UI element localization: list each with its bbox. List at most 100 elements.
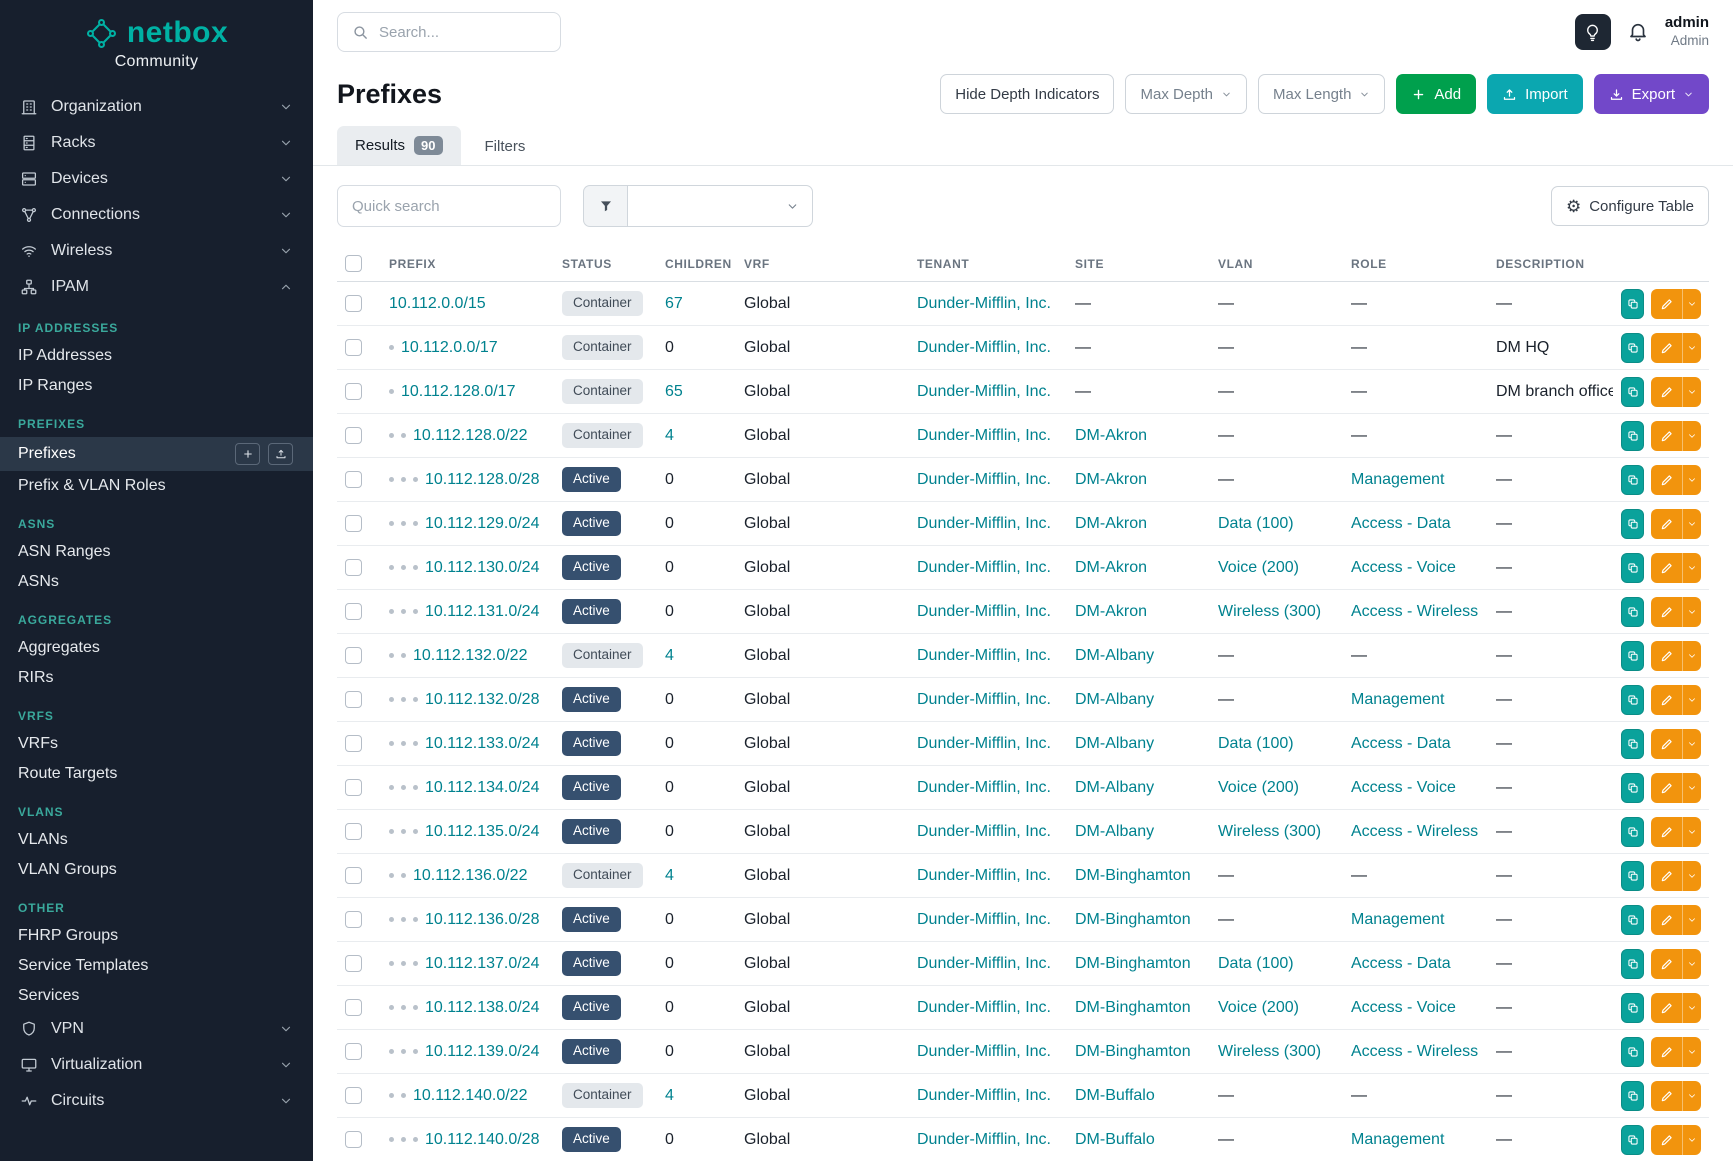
sidebar-item-vlans[interactable]: VLANs	[0, 825, 313, 855]
sidebar-item-vpn[interactable]: VPN	[0, 1011, 313, 1047]
row-edit-dropdown[interactable]	[1682, 729, 1701, 759]
row-copy-button[interactable]	[1621, 949, 1644, 979]
filter-button[interactable]	[583, 185, 627, 227]
row-checkbox[interactable]	[345, 603, 362, 620]
row-edit-button[interactable]	[1651, 509, 1682, 539]
row-checkbox[interactable]	[345, 735, 362, 752]
row-copy-button[interactable]	[1621, 685, 1644, 715]
role-link[interactable]: Access - Wireless	[1351, 823, 1478, 840]
sidebar-item-service-templates[interactable]: Service Templates	[0, 951, 313, 981]
tenant-link[interactable]: Dunder-Mifflin, Inc.	[917, 735, 1051, 752]
row-edit-dropdown[interactable]	[1682, 465, 1701, 495]
global-search-input[interactable]	[379, 24, 546, 41]
row-edit-dropdown[interactable]	[1682, 773, 1701, 803]
row-edit-button[interactable]	[1651, 773, 1682, 803]
row-checkbox[interactable]	[345, 999, 362, 1016]
row-edit-button[interactable]	[1651, 817, 1682, 847]
prefix-link[interactable]: 10.112.138.0/24	[425, 999, 539, 1016]
row-checkbox[interactable]	[345, 339, 362, 356]
sidebar-item-prefixes[interactable]: Prefixes	[0, 437, 313, 471]
column-header-site[interactable]: SITE	[1067, 245, 1210, 282]
row-edit-button[interactable]	[1651, 641, 1682, 671]
select-all-checkbox[interactable]	[345, 255, 362, 272]
row-edit-button[interactable]	[1651, 597, 1682, 627]
row-edit-button[interactable]	[1651, 1081, 1682, 1111]
prefix-link[interactable]: 10.112.137.0/24	[425, 955, 539, 972]
import-button[interactable]: Import	[1487, 74, 1583, 114]
site-link[interactable]: DM-Akron	[1075, 559, 1147, 576]
prefix-link[interactable]: 10.112.133.0/24	[425, 735, 539, 752]
site-link[interactable]: DM-Akron	[1075, 427, 1147, 444]
row-edit-button[interactable]	[1651, 1037, 1682, 1067]
prefix-link[interactable]: 10.112.135.0/24	[425, 823, 539, 840]
row-checkbox[interactable]	[345, 427, 362, 444]
sidebar-item-aggregates[interactable]: Aggregates	[0, 633, 313, 663]
brand[interactable]: netbox Community	[0, 0, 313, 73]
tenant-link[interactable]: Dunder-Mifflin, Inc.	[917, 339, 1051, 356]
vlan-link[interactable]: Wireless (300)	[1218, 1043, 1321, 1060]
column-header-vlan[interactable]: VLAN	[1210, 245, 1343, 282]
max-length-dropdown[interactable]: Max Length	[1258, 74, 1385, 114]
prefix-link[interactable]: 10.112.0.0/15	[389, 295, 486, 312]
row-checkbox[interactable]	[345, 823, 362, 840]
tenant-link[interactable]: Dunder-Mifflin, Inc.	[917, 999, 1051, 1016]
role-link[interactable]: Access - Voice	[1351, 559, 1456, 576]
row-edit-button[interactable]	[1651, 949, 1682, 979]
site-link[interactable]: DM-Binghamton	[1075, 955, 1191, 972]
site-link[interactable]: DM-Albany	[1075, 779, 1154, 796]
row-edit-button[interactable]	[1651, 553, 1682, 583]
row-edit-dropdown[interactable]	[1682, 641, 1701, 671]
row-copy-button[interactable]	[1621, 905, 1644, 935]
tenant-link[interactable]: Dunder-Mifflin, Inc.	[917, 691, 1051, 708]
prefix-link[interactable]: 10.112.0.0/17	[401, 339, 498, 356]
saved-filter-select[interactable]	[627, 185, 813, 227]
sidebar-item-connections[interactable]: Connections	[0, 197, 313, 233]
tab-filters[interactable]: Filters	[467, 128, 544, 165]
tab-results[interactable]: Results 90	[337, 126, 461, 165]
site-link[interactable]: DM-Albany	[1075, 823, 1154, 840]
row-edit-dropdown[interactable]	[1682, 1037, 1701, 1067]
prefix-link[interactable]: 10.112.130.0/24	[425, 559, 539, 576]
row-edit-button[interactable]	[1651, 377, 1682, 407]
row-copy-button[interactable]	[1621, 465, 1644, 495]
add-button[interactable]: Add	[1396, 74, 1476, 114]
row-edit-dropdown[interactable]	[1682, 1125, 1701, 1155]
row-checkbox[interactable]	[345, 647, 362, 664]
row-checkbox[interactable]	[345, 1043, 362, 1060]
row-edit-button[interactable]	[1651, 993, 1682, 1023]
row-checkbox[interactable]	[345, 779, 362, 796]
sidebar-item-asn-ranges[interactable]: ASN Ranges	[0, 537, 313, 567]
sidebar-item-wireless[interactable]: Wireless	[0, 233, 313, 269]
prefix-link[interactable]: 10.112.140.0/22	[413, 1087, 527, 1104]
tenant-link[interactable]: Dunder-Mifflin, Inc.	[917, 867, 1051, 884]
prefix-link[interactable]: 10.112.129.0/24	[425, 515, 539, 532]
site-link[interactable]: DM-Binghamton	[1075, 999, 1191, 1016]
row-copy-button[interactable]	[1621, 333, 1644, 363]
sidebar-item-asns[interactable]: ASNs	[0, 567, 313, 597]
row-edit-dropdown[interactable]	[1682, 553, 1701, 583]
prefix-link[interactable]: 10.112.136.0/22	[413, 867, 527, 884]
row-checkbox[interactable]	[345, 515, 362, 532]
prefix-link[interactable]: 10.112.134.0/24	[425, 779, 539, 796]
row-copy-button[interactable]	[1621, 377, 1644, 407]
role-link[interactable]: Access - Data	[1351, 735, 1451, 752]
children-count-link[interactable]: 4	[665, 427, 674, 444]
tenant-link[interactable]: Dunder-Mifflin, Inc.	[917, 955, 1051, 972]
row-copy-button[interactable]	[1621, 641, 1644, 671]
column-header-status[interactable]: STATUS	[554, 245, 657, 282]
quick-add-button[interactable]	[235, 443, 260, 465]
tenant-link[interactable]: Dunder-Mifflin, Inc.	[917, 779, 1051, 796]
row-edit-button[interactable]	[1651, 685, 1682, 715]
row-copy-button[interactable]	[1621, 597, 1644, 627]
row-copy-button[interactable]	[1621, 861, 1644, 891]
prefix-link[interactable]: 10.112.132.0/22	[413, 647, 527, 664]
site-link[interactable]: DM-Akron	[1075, 471, 1147, 488]
row-checkbox[interactable]	[345, 1087, 362, 1104]
role-link[interactable]: Access - Voice	[1351, 999, 1456, 1016]
site-link[interactable]: DM-Binghamton	[1075, 1043, 1191, 1060]
site-link[interactable]: DM-Buffalo	[1075, 1131, 1155, 1148]
role-link[interactable]: Access - Data	[1351, 515, 1451, 532]
row-copy-button[interactable]	[1621, 1037, 1644, 1067]
row-checkbox[interactable]	[345, 383, 362, 400]
vlan-link[interactable]: Voice (200)	[1218, 999, 1299, 1016]
